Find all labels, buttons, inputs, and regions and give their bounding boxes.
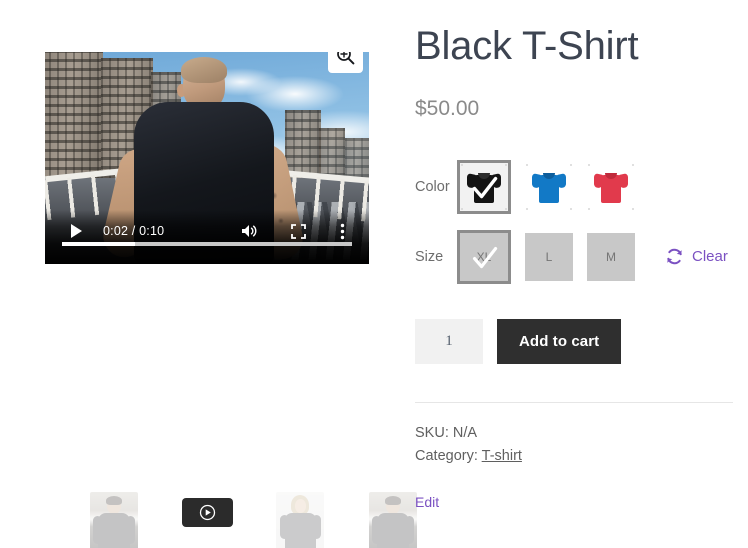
reset-circular-arrows-icon <box>665 247 684 266</box>
video-control-bar: 0:02 / 0:10 <box>45 210 369 264</box>
volume-icon[interactable] <box>237 219 263 243</box>
thumbnail-1[interactable] <box>90 492 138 548</box>
color-swatch-black[interactable] <box>457 159 511 214</box>
thumbnail-video[interactable] <box>182 498 233 527</box>
clear-variations-link[interactable]: Clear <box>665 247 728 266</box>
sku-text: SKU: N/A <box>415 424 478 441</box>
variation-row-size: Size XL L M Clear <box>415 229 733 285</box>
video-time-display: 0:02 / 0:10 <box>103 224 165 238</box>
video-progress-bar[interactable] <box>62 242 352 246</box>
add-to-cart-button[interactable]: Add to cart <box>497 318 622 364</box>
size-button-m-label: M <box>606 249 616 264</box>
category-label: Category: <box>415 448 478 465</box>
product-gallery: 0:02 / 0:10 <box>45 52 417 548</box>
fullscreen-icon[interactable] <box>285 219 311 243</box>
add-to-cart-form: Add to cart <box>415 318 733 364</box>
blue-tshirt-icon <box>532 171 566 203</box>
color-swatch-group <box>457 159 649 214</box>
play-circle-icon <box>199 504 216 521</box>
red-tshirt-icon <box>594 171 628 203</box>
product-meta: SKU: N/A Category: T-shirt Edit <box>415 422 733 515</box>
product-video-player[interactable]: 0:02 / 0:10 <box>45 52 369 264</box>
meta-divider <box>415 401 733 403</box>
play-icon[interactable] <box>63 220 89 242</box>
category-link[interactable]: T-shirt <box>482 448 522 464</box>
size-button-m[interactable]: M <box>587 232 635 281</box>
variations-form: Color Size XL L M Clear <box>415 159 733 285</box>
color-swatch-blue[interactable] <box>525 162 573 211</box>
more-vertical-icon[interactable] <box>329 219 355 243</box>
variation-label-size: Size <box>415 248 444 265</box>
size-button-xl-label: XL <box>476 249 492 264</box>
product-page: 0:02 / 0:10 Black T-Shirt $50.00 Color S… <box>0 0 748 548</box>
thumbnail-3[interactable] <box>276 492 324 548</box>
black-tshirt-icon <box>467 171 501 203</box>
variation-row-color: Color <box>415 159 733 215</box>
edit-link[interactable]: Edit <box>415 491 439 514</box>
size-button-group: XL L M Clear <box>457 229 728 284</box>
thumbnail-strip <box>90 492 426 548</box>
thumbnail-4[interactable] <box>369 492 417 548</box>
video-progress-fill <box>62 242 135 246</box>
size-button-l[interactable]: L <box>525 232 573 281</box>
page-title: Black T-Shirt <box>415 24 639 68</box>
clear-label: Clear <box>692 248 728 266</box>
category-row: Category: T-shirt <box>415 445 733 468</box>
quantity-input[interactable] <box>415 318 483 364</box>
product-price: $50.00 <box>415 96 480 120</box>
zoom-in-icon[interactable] <box>328 52 363 73</box>
size-button-l-label: L <box>545 249 553 264</box>
color-swatch-red[interactable] <box>587 162 635 211</box>
variation-label-color: Color <box>415 178 450 195</box>
size-button-xl[interactable]: XL <box>457 229 511 284</box>
product-summary: Black T-Shirt $50.00 Color Size XL L M C… <box>415 24 733 515</box>
